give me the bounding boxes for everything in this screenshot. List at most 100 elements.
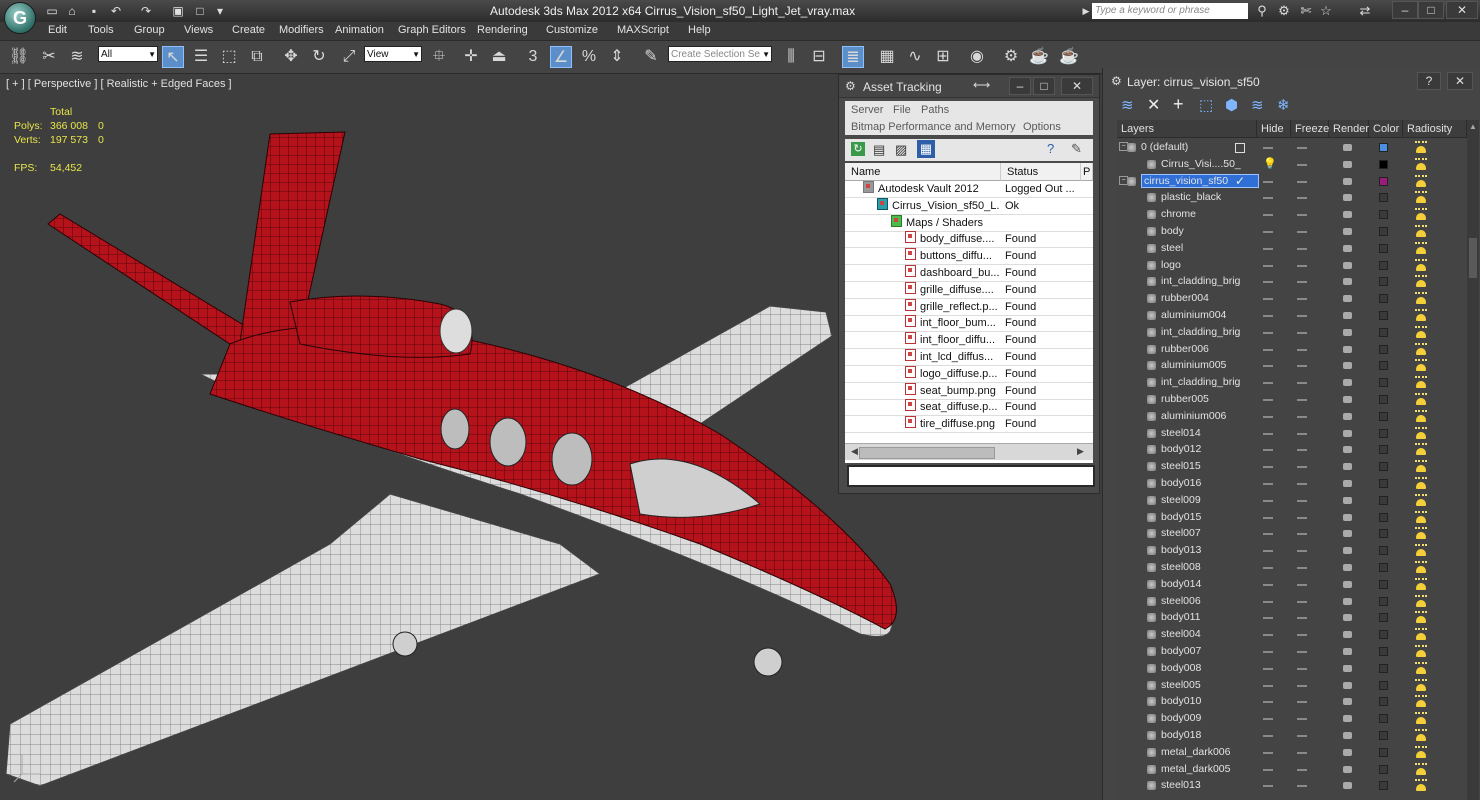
layer-scroll-thumb[interactable] xyxy=(1469,238,1477,278)
layer-name[interactable]: body011 xyxy=(1161,611,1253,623)
layer-row[interactable]: steel007 xyxy=(1117,526,1467,543)
layer-col-layers[interactable]: Layers xyxy=(1117,120,1257,138)
create-layer-icon[interactable]: ≋ xyxy=(1121,96,1134,114)
render-toggle-icon[interactable] xyxy=(1343,312,1352,319)
layer-row[interactable]: body010 xyxy=(1117,694,1467,711)
asset-row[interactable]: buttons_diffu... Found xyxy=(845,248,1093,266)
render-toggle-icon[interactable] xyxy=(1343,429,1352,437)
render-production-icon[interactable]: ☕ xyxy=(1058,46,1080,68)
close-icon[interactable]: ✕ xyxy=(1061,77,1093,95)
layer-row[interactable]: Cirrus_Visi....50_ 💡 xyxy=(1117,157,1467,174)
render-toggle-icon[interactable] xyxy=(1343,496,1352,504)
layer-row[interactable]: plastic_black xyxy=(1117,190,1467,207)
render-toggle-icon[interactable] xyxy=(1343,664,1352,672)
freeze-toggle[interactable] xyxy=(1297,701,1307,704)
render-toggle-icon[interactable] xyxy=(1343,530,1352,538)
hide-toggle[interactable] xyxy=(1263,718,1273,721)
select-in-layer-icon[interactable]: ⬚ xyxy=(1199,96,1213,114)
menu-maxscript[interactable]: MAXScript xyxy=(617,24,669,36)
radiosity-teapot-icon[interactable] xyxy=(1415,561,1427,574)
radiosity-teapot-icon[interactable] xyxy=(1415,157,1427,171)
asset-menu-file[interactable]: File xyxy=(893,104,911,116)
window-icon[interactable]: □ xyxy=(192,3,208,19)
radiosity-teapot-icon[interactable] xyxy=(1415,443,1427,456)
layer-name[interactable]: Cirrus_Visi....50_ xyxy=(1161,158,1253,170)
freeze-toggle[interactable] xyxy=(1297,449,1307,452)
layer-color-swatch[interactable] xyxy=(1379,243,1388,253)
close-window-button[interactable]: ✕ xyxy=(1446,1,1478,19)
radiosity-teapot-icon[interactable] xyxy=(1415,729,1427,742)
asset-row[interactable]: seat_bump.png Found xyxy=(845,382,1093,400)
layer-row[interactable]: body009 xyxy=(1117,711,1467,728)
render-toggle-icon[interactable] xyxy=(1343,261,1352,269)
radiosity-teapot-icon[interactable] xyxy=(1415,191,1427,204)
layer-row[interactable]: body012 xyxy=(1117,442,1467,459)
dock-arrows-icon[interactable]: ⟷ xyxy=(973,78,990,92)
freeze-toggle[interactable] xyxy=(1297,583,1307,586)
layer-name[interactable]: steel007 xyxy=(1161,527,1253,539)
column-header-status[interactable]: Status xyxy=(1001,163,1081,181)
asset-path-field[interactable] xyxy=(847,465,1095,487)
help-icon[interactable]: ? xyxy=(1047,141,1054,156)
app-logo-icon[interactable]: G xyxy=(4,2,36,34)
layer-row[interactable]: steel005 xyxy=(1117,678,1467,695)
layer-name[interactable]: body015 xyxy=(1161,511,1253,523)
menu-modifiers[interactable]: Modifiers xyxy=(279,24,324,36)
scroll-left-icon[interactable]: ◀ xyxy=(851,446,858,457)
radiosity-teapot-icon[interactable] xyxy=(1415,460,1427,473)
layer-name[interactable]: steel006 xyxy=(1161,595,1253,607)
radiosity-teapot-icon[interactable] xyxy=(1415,208,1427,221)
layer-name[interactable]: aluminium004 xyxy=(1161,309,1253,321)
hide-toggle[interactable] xyxy=(1263,667,1273,670)
layer-row[interactable]: body014 xyxy=(1117,577,1467,594)
layer-row[interactable]: −0 (default) xyxy=(1117,140,1467,157)
hide-toggle[interactable] xyxy=(1263,466,1273,469)
curve-editor-icon[interactable]: ∿ xyxy=(904,46,926,68)
radiosity-teapot-icon[interactable] xyxy=(1415,342,1427,356)
freeze-toggle[interactable] xyxy=(1297,617,1307,620)
asset-menu-server[interactable]: Server xyxy=(851,104,883,116)
layer-color-swatch[interactable] xyxy=(1379,647,1388,656)
layer-row[interactable]: metal_dark005 xyxy=(1117,762,1467,779)
layer-color-swatch[interactable] xyxy=(1379,277,1388,287)
hide-toggle[interactable] xyxy=(1263,247,1273,250)
layer-name[interactable]: body016 xyxy=(1161,477,1253,489)
radiosity-teapot-icon[interactable] xyxy=(1415,376,1427,389)
layer-name[interactable]: int_cladding_brig xyxy=(1161,275,1253,287)
layer-name[interactable]: steel008 xyxy=(1161,561,1253,573)
layer-name[interactable]: body018 xyxy=(1161,729,1253,741)
freeze-all-layers-icon[interactable]: ❄ xyxy=(1277,96,1290,114)
freeze-toggle[interactable] xyxy=(1297,163,1307,166)
asset-tracking-titlebar[interactable]: ⚙ Asset Tracking ⟷ – □ ✕ xyxy=(839,75,1099,98)
render-toggle-icon[interactable] xyxy=(1343,732,1352,739)
layer-name[interactable]: body013 xyxy=(1161,544,1253,556)
asset-menu-bitmap-performance[interactable]: Bitmap Performance and Memory xyxy=(851,121,1015,133)
asset-horizontal-scrollbar[interactable]: ◀ ▶ xyxy=(845,443,1093,460)
layer-close-icon[interactable]: ✕ xyxy=(1447,72,1473,90)
layer-color-swatch[interactable] xyxy=(1379,714,1388,724)
render-toggle-icon[interactable] xyxy=(1343,513,1352,521)
render-toggle-icon[interactable] xyxy=(1343,379,1352,387)
render-toggle-icon[interactable] xyxy=(1343,580,1352,588)
column-header-name[interactable]: Name xyxy=(845,163,1001,181)
move-icon[interactable]: ✥ xyxy=(280,46,302,68)
freeze-toggle[interactable] xyxy=(1297,180,1307,183)
hide-toggle[interactable] xyxy=(1263,768,1273,771)
menu-tools[interactable]: Tools xyxy=(88,24,114,36)
refresh-icon[interactable]: ↻ xyxy=(851,142,865,156)
layer-color-swatch[interactable] xyxy=(1379,428,1388,438)
hide-toggle[interactable] xyxy=(1263,331,1273,334)
radiosity-teapot-icon[interactable] xyxy=(1415,292,1427,305)
asset-row[interactable]: Autodesk Vault 2012 Logged Out ... xyxy=(845,181,1093,198)
layer-vertical-scrollbar[interactable]: ▲ xyxy=(1467,120,1479,800)
active-layer-check-icon[interactable]: ✓ xyxy=(1235,174,1245,188)
asset-row[interactable]: int_floor_bum... Found xyxy=(845,315,1093,333)
radiosity-teapot-icon[interactable] xyxy=(1415,628,1427,641)
hide-toggle[interactable] xyxy=(1263,583,1273,586)
hide-toggle[interactable] xyxy=(1263,483,1273,485)
radiosity-teapot-icon[interactable] xyxy=(1415,745,1427,759)
layer-col-color[interactable]: Color xyxy=(1369,120,1403,138)
redo-icon[interactable]: ↷ xyxy=(138,3,154,19)
layer-name[interactable]: body010 xyxy=(1161,695,1253,707)
render-toggle-icon[interactable] xyxy=(1343,160,1352,168)
